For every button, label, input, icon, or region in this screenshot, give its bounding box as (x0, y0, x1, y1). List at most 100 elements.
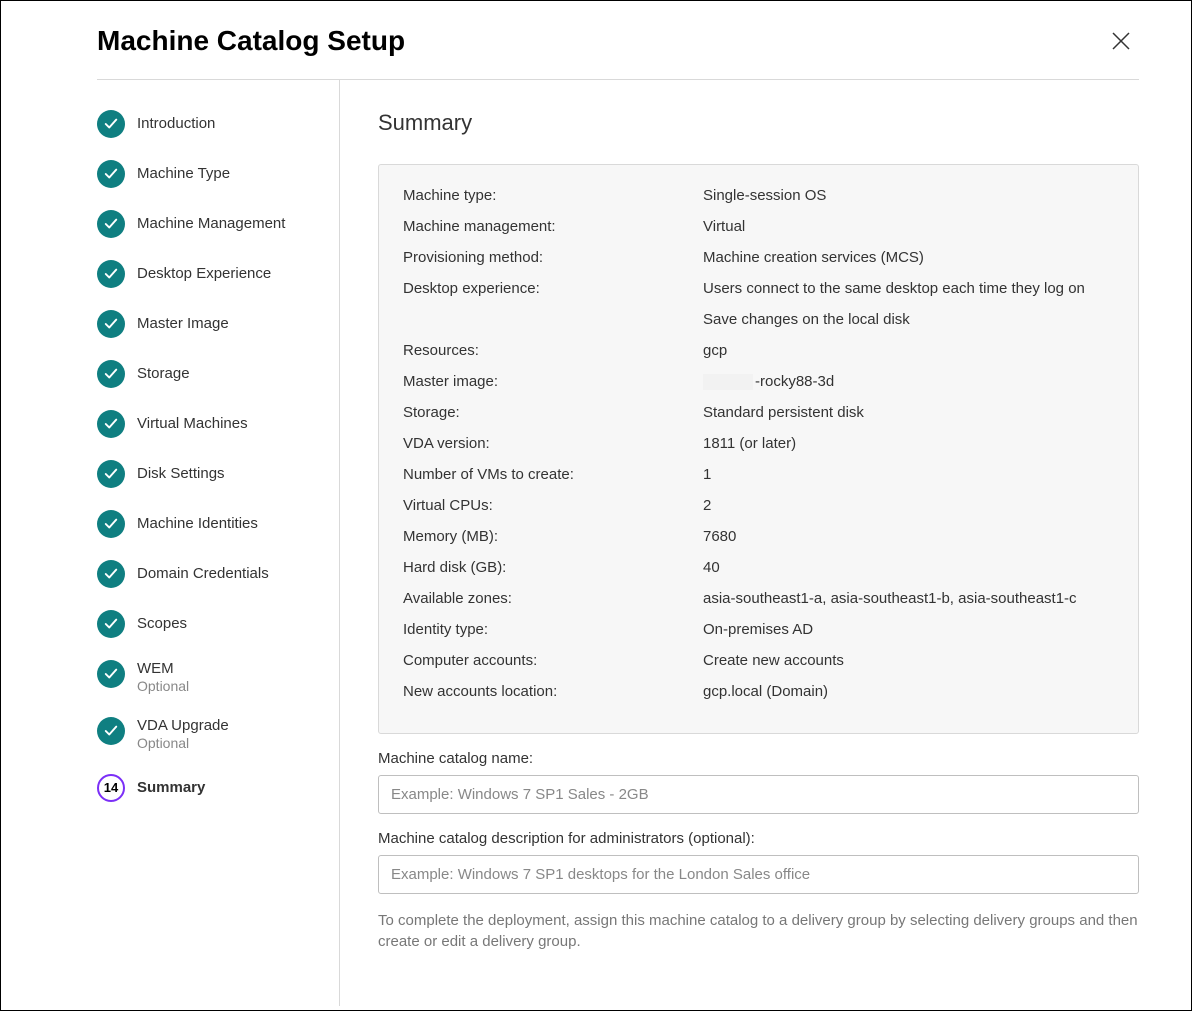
summary-key: Virtual CPUs: (403, 495, 703, 516)
catalog-name-label: Machine catalog name: (378, 750, 1139, 767)
step-title: Disk Settings (137, 465, 225, 483)
wizard-step-scopes[interactable]: Scopes (97, 610, 319, 638)
summary-value: Machine creation services (MCS) (703, 247, 1114, 268)
summary-key: Hard disk (GB): (403, 557, 703, 578)
step-subtitle: Optional (137, 678, 189, 695)
wizard-step-virtual-machines[interactable]: Virtual Machines (97, 410, 319, 438)
close-button[interactable] (1103, 25, 1139, 59)
summary-row: Hard disk (GB):40 (403, 557, 1114, 578)
summary-value: Single-session OS (703, 185, 1114, 206)
check-icon (97, 210, 125, 238)
wizard-step-master-image[interactable]: Master Image (97, 310, 319, 338)
summary-row: Number of VMs to create:1 (403, 464, 1114, 485)
summary-row: New accounts location:gcp.local (Domain) (403, 681, 1114, 702)
wizard-steps-sidebar: Introduction Machine Type Machine Manageme… (25, 80, 340, 1006)
step-title: Machine Identities (137, 515, 258, 533)
summary-key: Storage: (403, 402, 703, 423)
dialog-machine-catalog-setup: Machine Catalog Setup Introduction Machin… (5, 5, 1187, 1006)
step-number-badge: 14 (97, 774, 125, 802)
summary-value: asia-southeast1-a, asia-southeast1-b, as… (703, 588, 1114, 609)
summary-row: Available zones:asia-southeast1-a, asia-… (403, 588, 1114, 609)
summary-value: 40 (703, 557, 1114, 578)
wizard-step-storage[interactable]: Storage (97, 360, 319, 388)
summary-value: Create new accounts (703, 650, 1114, 671)
summary-value: 1811 (or later) (703, 433, 1114, 454)
summary-value: -rocky88-3d (703, 371, 1114, 392)
redacted-segment (703, 374, 753, 390)
summary-value: Users connect to the same desktop each t… (703, 278, 1114, 330)
summary-value: 2 (703, 495, 1114, 516)
summary-key: Available zones: (403, 588, 703, 609)
summary-value: 7680 (703, 526, 1114, 547)
check-icon (97, 610, 125, 638)
summary-row: Master image:-rocky88-3d (403, 371, 1114, 392)
check-icon (97, 460, 125, 488)
catalog-desc-input[interactable] (378, 855, 1139, 894)
check-icon (97, 310, 125, 338)
help-text: To complete the deployment, assign this … (378, 910, 1139, 952)
summary-key: VDA version: (403, 433, 703, 454)
summary-key: Master image: (403, 371, 703, 392)
close-icon (1111, 31, 1131, 51)
summary-row: Identity type:On-premises AD (403, 619, 1114, 640)
summary-row: VDA version:1811 (or later) (403, 433, 1114, 454)
catalog-desc-label: Machine catalog description for administ… (378, 830, 1139, 847)
summary-row: Storage:Standard persistent disk (403, 402, 1114, 423)
step-title: Desktop Experience (137, 265, 271, 283)
wizard-step-introduction[interactable]: Introduction (97, 110, 319, 138)
check-icon (97, 510, 125, 538)
summary-value: gcp (703, 340, 1114, 361)
catalog-name-input[interactable] (378, 775, 1139, 814)
wizard-step-machine-type[interactable]: Machine Type (97, 160, 319, 188)
check-icon (97, 360, 125, 388)
summary-key: Computer accounts: (403, 650, 703, 671)
summary-key: Memory (MB): (403, 526, 703, 547)
check-icon (97, 160, 125, 188)
step-title: Master Image (137, 315, 229, 333)
wizard-step-vda-upgrade[interactable]: VDA UpgradeOptional (97, 717, 319, 752)
summary-panel: Machine type:Single-session OSMachine ma… (378, 164, 1139, 734)
summary-row: Computer accounts:Create new accounts (403, 650, 1114, 671)
summary-scroll[interactable]: Machine type:Single-session OSMachine ma… (379, 165, 1138, 733)
dialog-header: Machine Catalog Setup (5, 5, 1187, 79)
summary-row: Desktop experience:Users connect to the … (403, 278, 1114, 330)
summary-row: Machine management:Virtual (403, 216, 1114, 237)
wizard-step-summary[interactable]: 14 Summary (97, 774, 319, 802)
dialog-title: Machine Catalog Setup (97, 25, 405, 57)
summary-value: 1 (703, 464, 1114, 485)
check-icon (97, 717, 125, 745)
summary-row: Provisioning method:Machine creation ser… (403, 247, 1114, 268)
wizard-step-domain-credentials[interactable]: Domain Credentials (97, 560, 319, 588)
summary-value: On-premises AD (703, 619, 1114, 640)
summary-key: Resources: (403, 340, 703, 361)
check-icon (97, 110, 125, 138)
content-heading: Summary (378, 110, 1139, 136)
check-icon (97, 560, 125, 588)
summary-row: Machine type:Single-session OS (403, 185, 1114, 206)
check-icon (97, 660, 125, 688)
step-title: Scopes (137, 615, 187, 633)
step-title: Summary (137, 779, 205, 797)
wizard-step-wem[interactable]: WEMOptional (97, 660, 319, 695)
step-title: Machine Management (137, 215, 285, 233)
summary-key: Machine management: (403, 216, 703, 237)
wizard-step-machine-identities[interactable]: Machine Identities (97, 510, 319, 538)
summary-key: Identity type: (403, 619, 703, 640)
check-icon (97, 260, 125, 288)
summary-value: Virtual (703, 216, 1114, 237)
step-title: WEM (137, 660, 189, 678)
summary-key: New accounts location: (403, 681, 703, 702)
step-title: Domain Credentials (137, 565, 269, 583)
step-title: Virtual Machines (137, 415, 248, 433)
wizard-content: Summary Machine type:Single-session OSMa… (340, 80, 1187, 1006)
wizard-step-desktop-experience[interactable]: Desktop Experience (97, 260, 319, 288)
step-title: VDA Upgrade (137, 717, 229, 735)
summary-value: gcp.local (Domain) (703, 681, 1114, 702)
summary-key: Number of VMs to create: (403, 464, 703, 485)
wizard-step-disk-settings[interactable]: Disk Settings (97, 460, 319, 488)
wizard-step-machine-management[interactable]: Machine Management (97, 210, 319, 238)
step-title: Storage (137, 365, 190, 383)
summary-key: Machine type: (403, 185, 703, 206)
summary-key: Provisioning method: (403, 247, 703, 268)
summary-value: Standard persistent disk (703, 402, 1114, 423)
